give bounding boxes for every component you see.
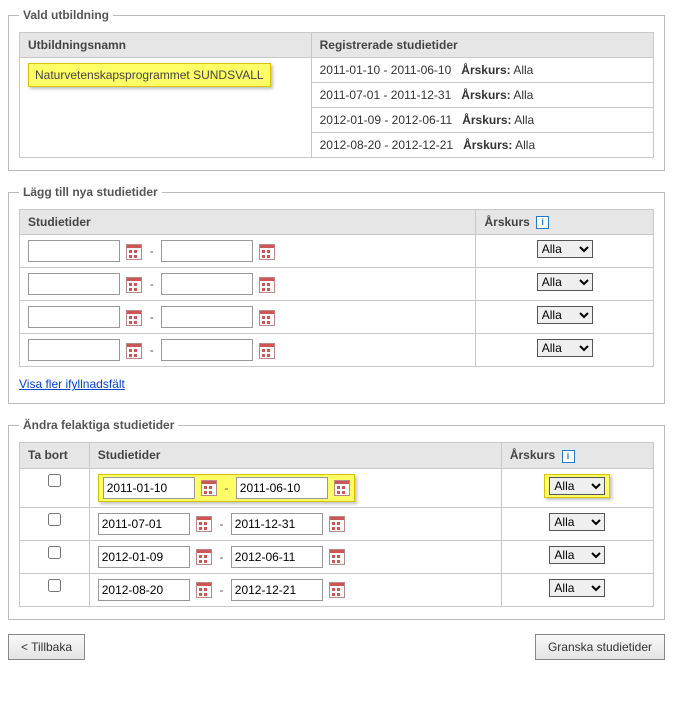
add-to-0[interactable] xyxy=(161,240,253,262)
edit-arskurs-2[interactable]: Alla xyxy=(549,546,605,564)
delete-checkbox-1[interactable] xyxy=(48,513,61,526)
calendar-icon[interactable] xyxy=(126,277,142,293)
add-col-tider: Studietider xyxy=(20,210,476,235)
add-col-arskurs-label: Årskurs xyxy=(484,215,529,229)
add-row-1: - Alla xyxy=(20,268,654,301)
calendar-icon[interactable] xyxy=(196,582,212,598)
edit-to-1[interactable] xyxy=(231,513,323,535)
calendar-icon[interactable] xyxy=(196,549,212,565)
edit-col-arskurs-label: Årskurs xyxy=(510,448,555,462)
edit-from-0[interactable] xyxy=(103,477,195,499)
add-row-0: - Alla xyxy=(20,235,654,268)
edit-from-1[interactable] xyxy=(98,513,190,535)
calendar-icon[interactable] xyxy=(329,549,345,565)
edit-col-arskurs: Årskurs i xyxy=(501,443,653,468)
add-from-2[interactable] xyxy=(28,306,120,328)
add-to-3[interactable] xyxy=(161,339,253,361)
calendar-icon[interactable] xyxy=(259,310,275,326)
add-row-2: - Alla xyxy=(20,301,654,334)
edit-row-3: - Alla xyxy=(20,573,654,606)
edit-to-0[interactable] xyxy=(236,477,328,499)
edit-to-2[interactable] xyxy=(231,546,323,568)
add-arskurs-2[interactable]: Alla xyxy=(537,306,593,324)
vald-utbildning-legend: Vald utbildning xyxy=(19,8,113,22)
reg-arskurs-label-2: Årskurs: xyxy=(462,113,511,127)
add-arskurs-0[interactable]: Alla xyxy=(537,240,593,258)
vald-utbildning-section: Vald utbildning Utbildningsnamn Registre… xyxy=(8,8,665,171)
reg-arskurs-label-1: Årskurs: xyxy=(461,88,510,102)
add-col-arskurs: Årskurs i xyxy=(476,210,654,235)
reg-arskurs-3: Alla xyxy=(515,138,535,152)
delete-checkbox-2[interactable] xyxy=(48,546,61,559)
calendar-icon[interactable] xyxy=(334,480,350,496)
back-button[interactable]: < Tillbaka xyxy=(8,634,85,660)
add-to-2[interactable] xyxy=(161,306,253,328)
edit-arskurs-0[interactable]: Alla xyxy=(549,477,605,495)
add-from-3[interactable] xyxy=(28,339,120,361)
col-utbildningsnamn: Utbildningsnamn xyxy=(20,33,312,58)
edit-col-tider: Studietider xyxy=(89,443,501,468)
add-section: Lägg till nya studietider Studietider År… xyxy=(8,185,665,404)
add-arskurs-3[interactable]: Alla xyxy=(537,339,593,357)
calendar-icon[interactable] xyxy=(196,516,212,532)
vald-utbildning-table: Utbildningsnamn Registrerade studietider… xyxy=(19,32,654,158)
delete-checkbox-3[interactable] xyxy=(48,579,61,592)
col-registrerade: Registrerade studietider xyxy=(311,33,653,58)
add-arskurs-1[interactable]: Alla xyxy=(537,273,593,291)
edit-row-1: - Alla xyxy=(20,507,654,540)
add-row-3: - Alla xyxy=(20,334,654,367)
edit-col-tabort: Ta bort xyxy=(20,443,90,468)
add-to-1[interactable] xyxy=(161,273,253,295)
edit-table: Ta bort Studietider Årskurs i - xyxy=(19,442,654,606)
edit-to-3[interactable] xyxy=(231,579,323,601)
add-legend: Lägg till nya studietider xyxy=(19,185,162,199)
add-from-0[interactable] xyxy=(28,240,120,262)
edit-arskurs-1[interactable]: Alla xyxy=(549,513,605,531)
show-more-fields-link[interactable]: Visa fler ifyllnadsfält xyxy=(19,377,125,391)
program-name-highlighted: Naturvetenskapsprogrammet SUNDSVALL xyxy=(28,63,271,87)
calendar-icon[interactable] xyxy=(126,244,142,260)
calendar-icon[interactable] xyxy=(201,480,217,496)
edit-arskurs-3[interactable]: Alla xyxy=(549,579,605,597)
reg-arskurs-label-3: Årskurs: xyxy=(463,138,512,152)
calendar-icon[interactable] xyxy=(329,582,345,598)
edit-row-2: - Alla xyxy=(20,540,654,573)
reg-arskurs-label-0: Årskurs: xyxy=(461,63,510,77)
calendar-icon[interactable] xyxy=(259,277,275,293)
calendar-icon[interactable] xyxy=(259,343,275,359)
button-bar: < Tillbaka Granska studietider xyxy=(8,634,665,660)
calendar-icon[interactable] xyxy=(329,516,345,532)
edit-row-0: - Alla xyxy=(20,468,654,507)
edit-legend: Ändra felaktiga studietider xyxy=(19,418,178,432)
add-from-1[interactable] xyxy=(28,273,120,295)
reg-arskurs-2: Alla xyxy=(514,113,534,127)
reg-arskurs-0: Alla xyxy=(513,63,533,77)
add-table: Studietider Årskurs i - Alla xyxy=(19,209,654,367)
edit-section: Ändra felaktiga studietider Ta bort Stud… xyxy=(8,418,665,619)
reg-range-3: 2012-08-20 - 2012-12-21 xyxy=(320,138,453,152)
reg-range-0: 2011-01-10 - 2011-06-10 xyxy=(320,63,452,77)
delete-checkbox-0[interactable] xyxy=(48,474,61,487)
edit-daterange-highlight-0: - xyxy=(98,474,355,502)
review-button[interactable]: Granska studietider xyxy=(535,634,665,660)
edit-from-3[interactable] xyxy=(98,579,190,601)
calendar-icon[interactable] xyxy=(126,343,142,359)
info-icon[interactable]: i xyxy=(536,216,549,229)
calendar-icon[interactable] xyxy=(259,244,275,260)
edit-from-2[interactable] xyxy=(98,546,190,568)
reg-arskurs-1: Alla xyxy=(513,88,533,102)
reg-range-2: 2012-01-09 - 2012-06-11 xyxy=(320,113,453,127)
info-icon[interactable]: i xyxy=(562,450,575,463)
range-sep: - xyxy=(146,244,158,258)
calendar-icon[interactable] xyxy=(126,310,142,326)
edit-arskurs-highlight-0: Alla xyxy=(544,474,610,498)
reg-range-1: 2011-07-01 - 2011-12-31 xyxy=(320,88,452,102)
